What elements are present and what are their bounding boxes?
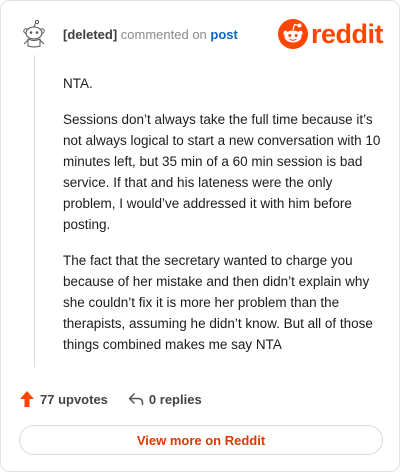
reply-arrow-icon bbox=[128, 393, 144, 406]
reddit-logo[interactable]: reddit bbox=[278, 19, 384, 49]
comment-paragraph: Sessions don’t always take the full time… bbox=[63, 112, 381, 232]
upvote-arrow-icon bbox=[20, 391, 34, 407]
post-link[interactable]: post bbox=[210, 27, 237, 42]
comment-body: NTA. Sessions don’t always take the full… bbox=[63, 73, 383, 370]
snoo-avatar-icon bbox=[19, 19, 49, 49]
thread-line bbox=[34, 55, 35, 367]
reply-count: 0 replies bbox=[148, 391, 202, 407]
comment-paragraph: The fact that the secretary wanted to ch… bbox=[63, 253, 373, 352]
view-more-button[interactable]: View more on Reddit bbox=[19, 425, 383, 455]
comment-action-text: commented on bbox=[120, 27, 207, 42]
replies-button[interactable]: 0 replies bbox=[128, 392, 202, 407]
comment-actions: 77 upvotes 0 replies bbox=[19, 390, 202, 408]
comment-meta: [deleted] commented on post bbox=[63, 27, 238, 43]
reddit-wordmark: reddit bbox=[311, 19, 384, 49]
upvote-count: 77 upvotes bbox=[40, 391, 108, 407]
comment-author[interactable]: [deleted] bbox=[63, 27, 117, 42]
comment-paragraph: NTA. bbox=[63, 76, 93, 91]
embedded-comment-card: [deleted] commented on post reddit NTA. … bbox=[0, 0, 400, 472]
reddit-snoo-logo-icon bbox=[278, 19, 308, 49]
upvote-button[interactable]: 77 upvotes bbox=[19, 390, 108, 408]
